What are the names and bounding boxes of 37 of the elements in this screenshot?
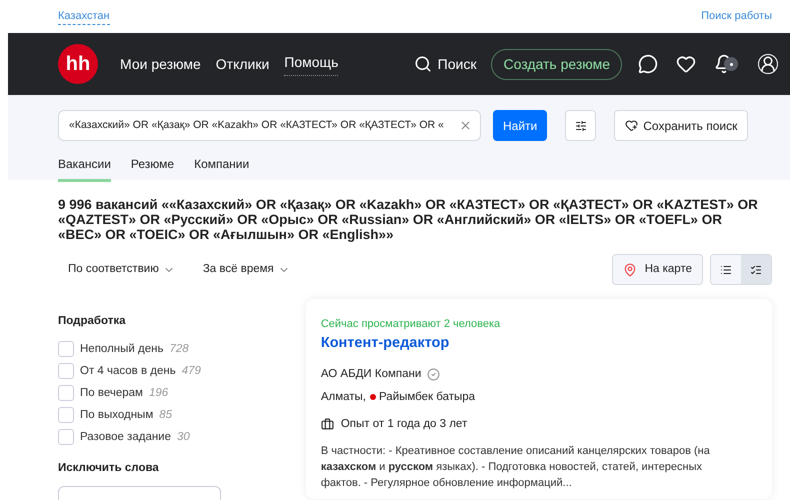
tab[interactable]: Компании [194,155,250,182]
search-field[interactable]: «Казахский» OR «Қазақ» OR «Kazakh» OR «КАЗТЕСТ» OR «ҚАЗТЕСТ» OR « [58,110,481,141]
tab[interactable]: Вакансии [58,155,111,182]
map-button[interactable]: На карте [612,254,703,285]
filter-label: Разовое задание [80,430,172,445]
filter-count: 30 [177,430,190,445]
find-button[interactable]: Найти [493,110,548,141]
sort-dropdown[interactable]: За всё время [202,260,290,278]
sort-dropdown[interactable]: По соответствию [68,260,175,278]
create-resume-button[interactable]: Создать резюме [491,48,622,80]
company-name: АО АБДИ Компани [320,367,422,382]
filter-label: По вечерам [80,386,143,401]
exclude-words-title: Исключить слова [58,461,160,476]
vacancy-description: В частности: - Креативное составление описаний канцелярских товаров (на казахском и русском языках). - Подготовка новостей, статей, интересных фактов. - Регулярное обновление информаций... [320,444,711,491]
logo[interactable]: hh [58,44,98,84]
experience: Опыт от 1 года до 3 лет [340,416,468,432]
filter-count: 85 [159,408,172,423]
metro-station: Райымбек батыра [379,390,476,404]
filter-count: 728 [169,342,189,357]
search-nav-button[interactable]: Поиск [414,54,476,74]
nav-link[interactable]: Помощь [284,52,338,76]
filter-count: 196 [148,386,168,401]
nav-link[interactable]: Отклики [216,54,270,74]
nav-link[interactable]: Мои резюме [120,54,201,74]
city: Алматы, [320,390,366,404]
vacancy-title-link[interactable]: Контент-редактор [320,332,762,354]
filter-title: Подработка [58,314,126,329]
save-search-button[interactable]: Сохранить поиск [614,110,748,141]
filter-label: Неполный день [80,342,164,357]
job-search-link[interactable]: Поиск работы [701,8,772,25]
region-link[interactable]: Казахстан [58,8,110,26]
filter-label: По выходным [80,408,154,423]
tab[interactable]: Резюме [130,155,174,182]
results-title: 9 996 вакансий ««Казахский» OR «Қазақ» OR «Kazakh» OR «КАЗТЕСТ» OR «ҚАЗТЕСТ» OR «KAZTEST» OR «QAZTEST» OR «Русский» OR «Орыс» OR «Russian» OR «Английский» OR «IELTS» OR «TOEFL» OR «BEC» OR «TOEIC» OR «Ағылшын» OR «English»» [58,197,758,242]
filter-count: 479 [182,364,201,379]
filter-label: От 4 часов в день [80,364,176,379]
viewers-text: Сейчас просматривают 2 человека [320,317,502,332]
